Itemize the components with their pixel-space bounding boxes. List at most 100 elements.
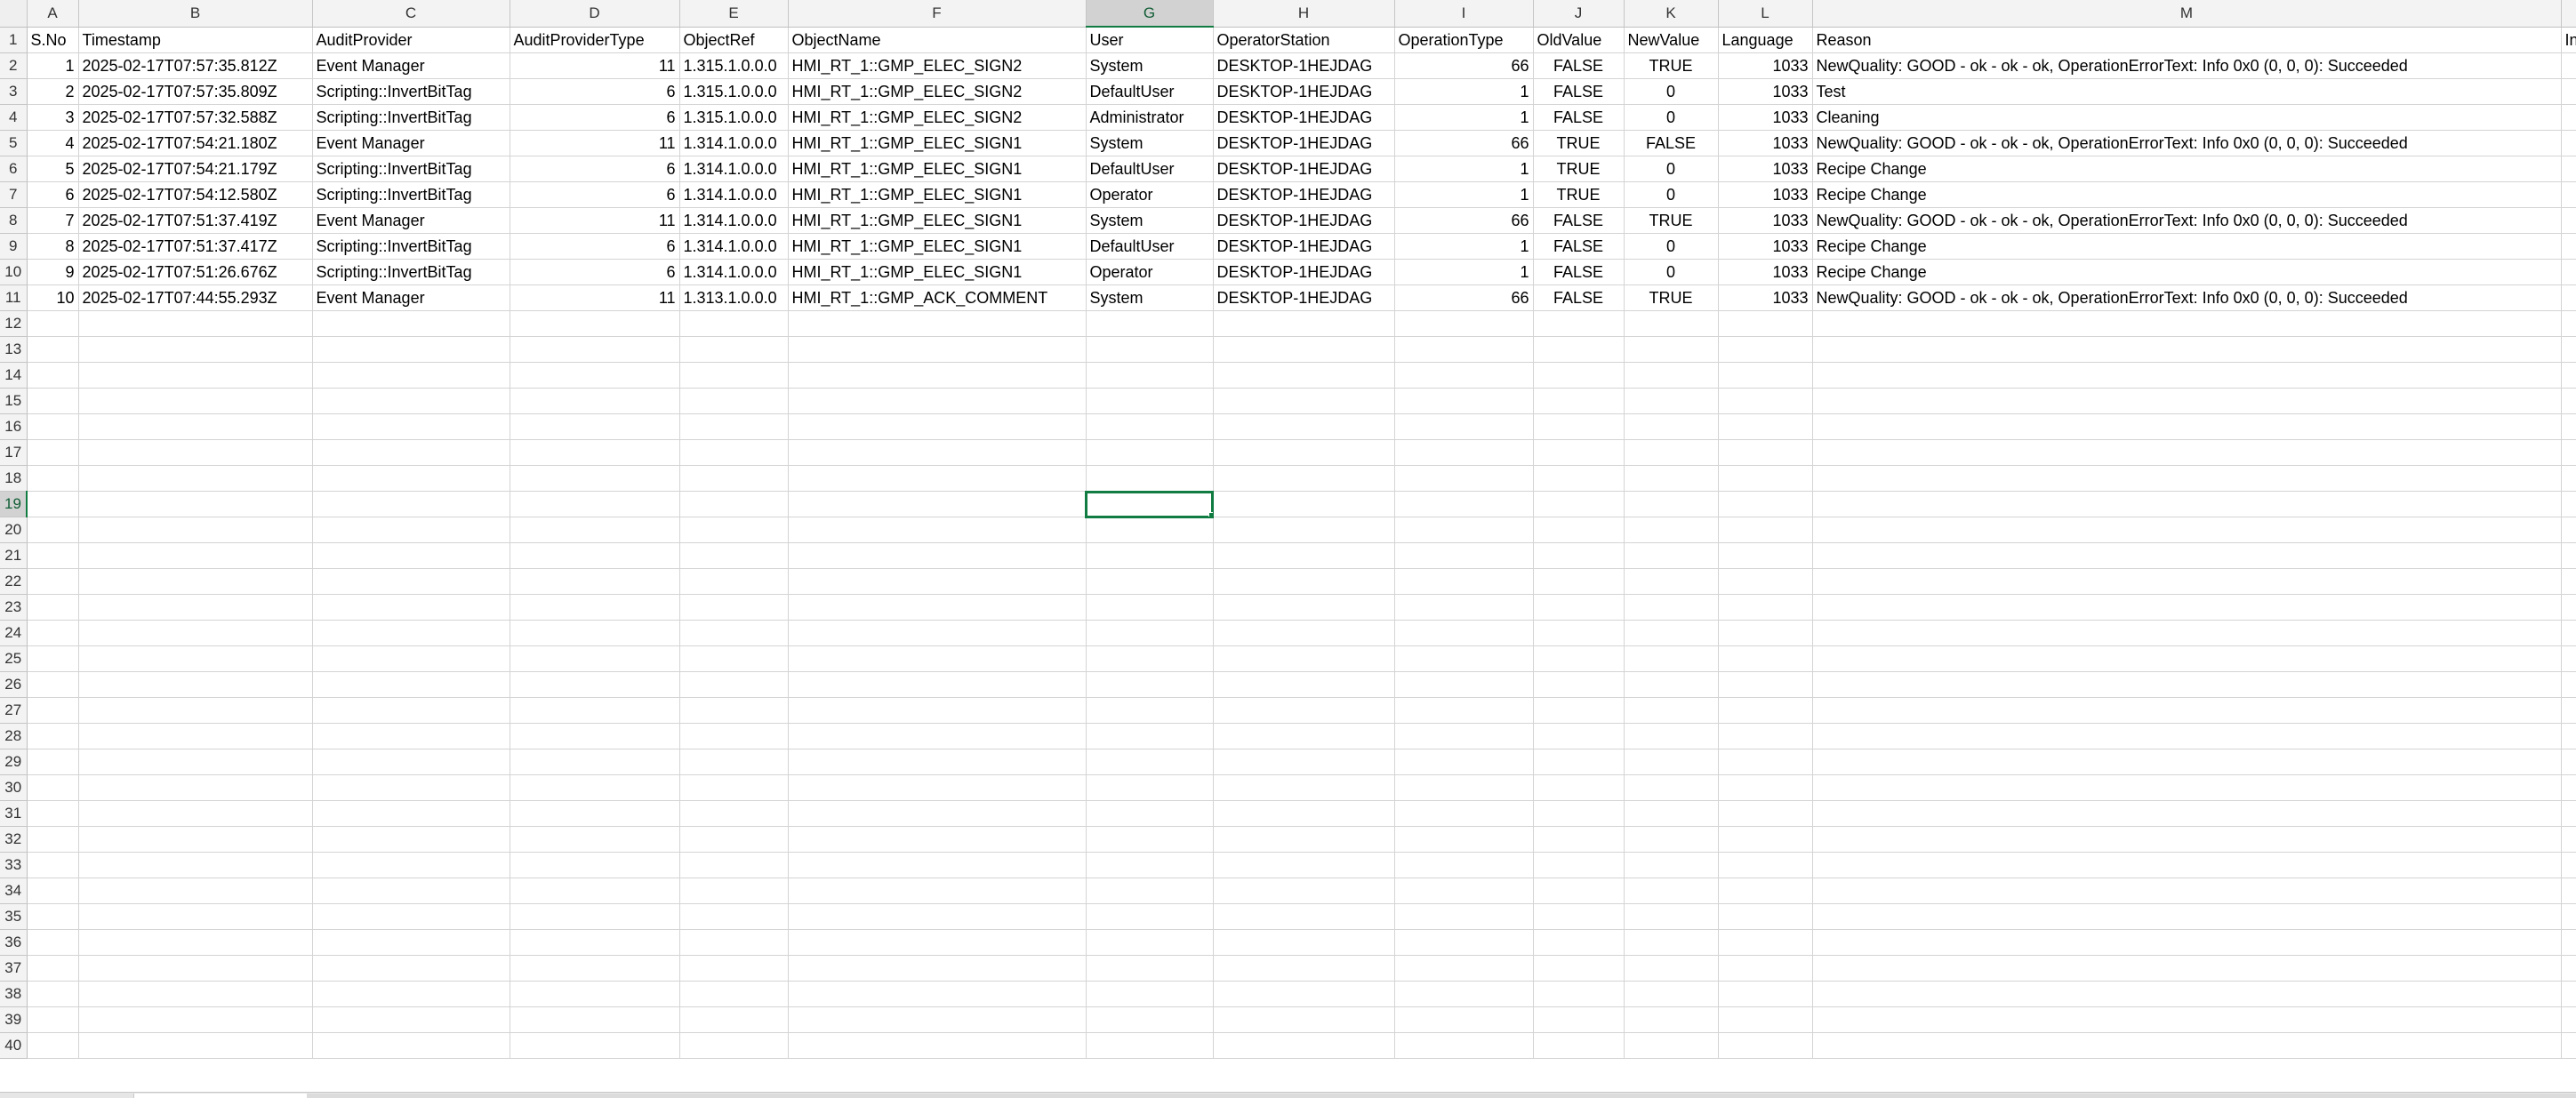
row-header-11[interactable]: 11 [0, 285, 28, 311]
cell-c24[interactable] [312, 620, 510, 646]
column-header-e[interactable]: E [679, 0, 789, 28]
column-header-k[interactable]: K [1624, 0, 1719, 28]
cell-l11[interactable]: 1033 [1718, 285, 1813, 311]
cell-j11[interactable]: FALSE [1533, 285, 1625, 311]
cell-f33[interactable] [788, 852, 1087, 878]
cell-f16[interactable] [788, 413, 1087, 440]
cell-k24[interactable] [1624, 620, 1719, 646]
cell-i16[interactable] [1394, 413, 1534, 440]
cell-d10[interactable]: 6 [510, 259, 680, 285]
cell-k25[interactable] [1624, 645, 1719, 672]
cell-k14[interactable] [1624, 362, 1719, 389]
cell-b5[interactable]: 2025-02-17T07:54:21.180Z [78, 130, 313, 156]
cell-e14[interactable] [679, 362, 789, 389]
row-header-39[interactable]: 39 [0, 1006, 28, 1033]
cell-d5[interactable]: 11 [510, 130, 680, 156]
cell-c11[interactable]: Event Manager [312, 285, 510, 311]
row-header-6[interactable]: 6 [0, 156, 28, 182]
cell-n36[interactable] [2561, 929, 2576, 956]
cell-e16[interactable] [679, 413, 789, 440]
cell-n25[interactable] [2561, 645, 2576, 672]
sheet-tab[interactable] [133, 1094, 309, 1098]
cell-f2[interactable]: HMI_RT_1::GMP_ELEC_SIGN2 [788, 52, 1087, 79]
cell-e20[interactable] [679, 517, 789, 543]
cell-n22[interactable] [2561, 568, 2576, 595]
cell-l39[interactable] [1718, 1006, 1813, 1033]
cell-f36[interactable] [788, 929, 1087, 956]
cell-c18[interactable] [312, 465, 510, 492]
cell-b35[interactable] [78, 903, 313, 930]
cell-k8[interactable]: TRUE [1624, 207, 1719, 234]
cell-n19[interactable] [2561, 491, 2576, 517]
cell-g35[interactable] [1086, 903, 1214, 930]
cell-h37[interactable] [1213, 955, 1395, 982]
cell-i28[interactable] [1394, 723, 1534, 749]
active-cell[interactable] [1085, 490, 1214, 518]
cell-l30[interactable] [1718, 774, 1813, 801]
cell-j12[interactable] [1533, 310, 1625, 337]
cell-c7[interactable]: Scripting::InvertBitTag [312, 181, 510, 208]
cell-c10[interactable]: Scripting::InvertBitTag [312, 259, 510, 285]
cell-h3[interactable]: DESKTOP-1HEJDAG [1213, 78, 1395, 105]
cell-i30[interactable] [1394, 774, 1534, 801]
cell-g37[interactable] [1086, 955, 1214, 982]
cell-d7[interactable]: 6 [510, 181, 680, 208]
cell-c21[interactable] [312, 542, 510, 569]
cell-k20[interactable] [1624, 517, 1719, 543]
cell-e33[interactable] [679, 852, 789, 878]
cell-h39[interactable] [1213, 1006, 1395, 1033]
cell-d31[interactable] [510, 800, 680, 827]
cell-h31[interactable] [1213, 800, 1395, 827]
cell-k38[interactable] [1624, 981, 1719, 1007]
cell-b6[interactable]: 2025-02-17T07:54:21.179Z [78, 156, 313, 182]
cell-c3[interactable]: Scripting::InvertBitTag [312, 78, 510, 105]
cell-j30[interactable] [1533, 774, 1625, 801]
cell-n21[interactable] [2561, 542, 2576, 569]
cell-i24[interactable] [1394, 620, 1534, 646]
row-header-34[interactable]: 34 [0, 878, 28, 904]
cell-i22[interactable] [1394, 568, 1534, 595]
cell-e13[interactable] [679, 336, 789, 363]
cell-k21[interactable] [1624, 542, 1719, 569]
cell-a17[interactable] [27, 439, 79, 466]
cell-i4[interactable]: 1 [1394, 104, 1534, 131]
cell-m27[interactable] [1812, 697, 2562, 724]
cell-b3[interactable]: 2025-02-17T07:57:35.809Z [78, 78, 313, 105]
cell-l1[interactable]: Language [1718, 27, 1813, 53]
cell-m24[interactable] [1812, 620, 2562, 646]
cell-e35[interactable] [679, 903, 789, 930]
cell-l22[interactable] [1718, 568, 1813, 595]
row-header-25[interactable]: 25 [0, 645, 28, 672]
cell-g9[interactable]: DefaultUser [1086, 233, 1214, 260]
cell-b31[interactable] [78, 800, 313, 827]
cell-m6[interactable]: Recipe Change [1812, 156, 2562, 182]
cell-a18[interactable] [27, 465, 79, 492]
cell-e17[interactable] [679, 439, 789, 466]
cell-f30[interactable] [788, 774, 1087, 801]
cell-f13[interactable] [788, 336, 1087, 363]
cell-n15[interactable] [2561, 388, 2576, 414]
row-header-3[interactable]: 3 [0, 78, 28, 105]
row-header-24[interactable]: 24 [0, 620, 28, 646]
cell-h28[interactable] [1213, 723, 1395, 749]
cell-h16[interactable] [1213, 413, 1395, 440]
cell-g32[interactable] [1086, 826, 1214, 853]
cell-m14[interactable] [1812, 362, 2562, 389]
cell-l38[interactable] [1718, 981, 1813, 1007]
cell-j36[interactable] [1533, 929, 1625, 956]
column-header-n[interactable]: N [2561, 0, 2576, 28]
cell-n38[interactable] [2561, 981, 2576, 1007]
cell-c25[interactable] [312, 645, 510, 672]
cell-m31[interactable] [1812, 800, 2562, 827]
cell-g38[interactable] [1086, 981, 1214, 1007]
cell-i11[interactable]: 66 [1394, 285, 1534, 311]
row-header-20[interactable]: 20 [0, 517, 28, 543]
cell-i2[interactable]: 66 [1394, 52, 1534, 79]
cell-j7[interactable]: TRUE [1533, 181, 1625, 208]
cell-d37[interactable] [510, 955, 680, 982]
cell-h24[interactable] [1213, 620, 1395, 646]
cell-f15[interactable] [788, 388, 1087, 414]
cell-c27[interactable] [312, 697, 510, 724]
cell-h30[interactable] [1213, 774, 1395, 801]
cell-n34[interactable] [2561, 878, 2576, 904]
